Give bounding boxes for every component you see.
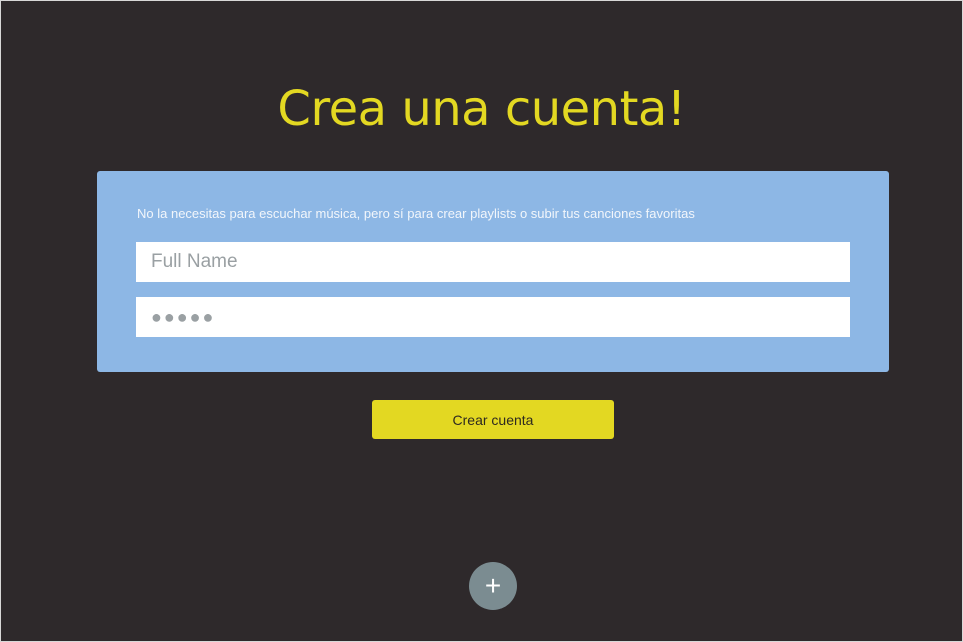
password-input[interactable]: ●●●●● — [136, 297, 850, 337]
page-title: Crea una cuenta! — [277, 81, 686, 137]
full-name-input[interactable]: Full Name — [136, 242, 850, 282]
add-button[interactable]: + — [469, 562, 517, 610]
form-description: No la necesitas para escuchar música, pe… — [137, 206, 695, 221]
signup-form-card: No la necesitas para escuchar música, pe… — [97, 171, 889, 372]
plus-icon: + — [484, 570, 502, 601]
create-account-button[interactable]: Crear cuenta — [372, 400, 614, 439]
